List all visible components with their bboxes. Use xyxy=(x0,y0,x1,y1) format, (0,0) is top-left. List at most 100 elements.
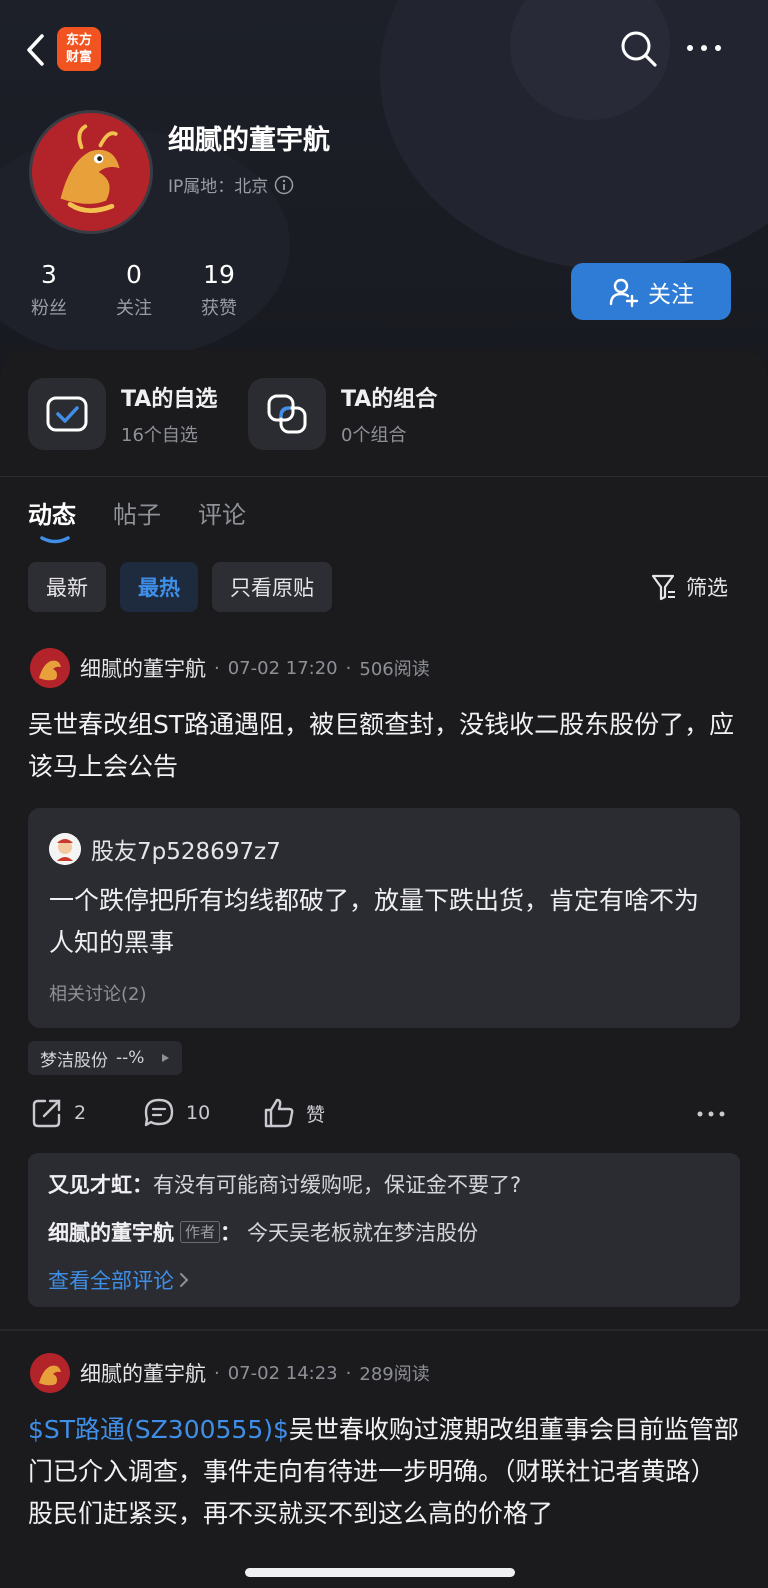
stock-tag-change: --% xyxy=(116,1048,145,1068)
comment-separator: ： xyxy=(220,1221,242,1245)
combination-icon xyxy=(267,394,307,434)
post-meta-separator: · xyxy=(345,1362,352,1384)
ip-location-text: IP属地：北京 xyxy=(168,177,269,197)
screen-label: 筛选 xyxy=(686,576,728,600)
divider xyxy=(0,476,768,477)
dragon-avatar-icon xyxy=(30,1353,70,1393)
post-time: 07-02 14:23 xyxy=(227,1362,338,1384)
content-tabs: 动态 帖子 评论 xyxy=(28,495,246,530)
avatar[interactable] xyxy=(30,1353,70,1393)
post-header: 细腻的董宇航 · 07-02 14:23 · 289阅读 xyxy=(30,1353,430,1393)
dots-icon[interactable] xyxy=(696,1108,726,1120)
cartoon-avatar-icon xyxy=(49,833,81,865)
post-reads: 289阅读 xyxy=(359,1364,430,1385)
view-all-comments-link[interactable]: 查看全部评论 xyxy=(48,1265,190,1295)
search-icon[interactable] xyxy=(618,28,660,70)
post-separator xyxy=(0,1329,768,1331)
avatar[interactable] xyxy=(30,648,70,688)
back-icon[interactable] xyxy=(22,32,50,68)
entry-title: TA的组合 xyxy=(341,387,438,412)
logo-text: 东方 xyxy=(65,33,92,48)
author-badge: 作者 xyxy=(180,1221,221,1243)
post-actions: 2 10 赞 xyxy=(30,1096,730,1136)
stat-likes[interactable]: 19 获赞 xyxy=(179,260,259,320)
like-button[interactable]: 赞 xyxy=(262,1096,325,1130)
entry-icon-box xyxy=(248,378,326,450)
post-meta-separator: · xyxy=(214,657,220,679)
portfolio-entry[interactable]: TA的组合 0个组合 xyxy=(248,378,437,450)
app-logo: 东方 财富 xyxy=(57,27,101,71)
post-time: 07-02 17:20 xyxy=(227,657,338,679)
entry-subtitle: 16个自选 xyxy=(121,425,198,446)
comment-button[interactable]: 10 xyxy=(142,1096,210,1130)
avatar[interactable] xyxy=(29,110,153,234)
tab-comments[interactable]: 评论 xyxy=(198,495,246,530)
filter-latest[interactable]: 最新 xyxy=(28,562,106,612)
post-header: 细腻的董宇航 · 07-02 17:20 · 506阅读 xyxy=(30,648,430,688)
stat-number: 19 xyxy=(203,260,235,289)
post-meta-separator: · xyxy=(345,657,352,679)
quote-username[interactable]: 股友7p528697z7 xyxy=(91,832,281,866)
comment-count: 10 xyxy=(186,1102,211,1124)
top-bar: 东方 财富 xyxy=(0,22,768,78)
stat-label: 关注 xyxy=(116,298,152,319)
play-arrow-icon xyxy=(162,1054,170,1062)
screen-button[interactable]: 筛选 xyxy=(650,572,728,602)
like-icon xyxy=(264,1098,294,1128)
follow-button[interactable]: 关注 xyxy=(571,263,731,320)
avatar[interactable] xyxy=(49,833,81,865)
share-button[interactable]: 2 xyxy=(30,1096,86,1130)
user-plus-icon xyxy=(609,278,639,307)
comment-text: 有没有可能商讨缓购呢，保证金不要了? xyxy=(153,1173,522,1197)
comment-icon xyxy=(144,1098,174,1127)
post-author[interactable]: 细腻的董宇航 xyxy=(80,1358,206,1388)
sort-filters: 最新 最热 只看原贴 xyxy=(28,562,332,612)
dragon-avatar-icon xyxy=(32,113,145,226)
filter-original-only[interactable]: 只看原贴 xyxy=(212,562,332,612)
comment-separator: ： xyxy=(132,1173,153,1197)
quoted-post[interactable]: 股友7p528697z7 一个跌停把所有均线都破了，放量下跌出货，肯定有啥不为人… xyxy=(28,808,740,1028)
post-author[interactable]: 细腻的董宇航 xyxy=(80,653,206,683)
stat-label: 获赞 xyxy=(201,298,237,319)
comment-line: 细腻的董宇航 作者 ： 今天吴老板就在梦洁股份 xyxy=(48,1217,478,1247)
stat-following[interactable]: 0 关注 xyxy=(94,260,174,320)
view-all-label: 查看全部评论 xyxy=(48,1269,174,1293)
comment-user[interactable]: 细腻的董宇航 xyxy=(48,1217,174,1247)
post-body[interactable]: $ST路通(SZ300555)$吴世春收购过渡期改组董事会目前监管部门已介入调查… xyxy=(28,1409,740,1585)
tab-dynamic[interactable]: 动态 xyxy=(28,495,76,530)
stock-tag[interactable]: 梦洁股份 --% xyxy=(28,1041,183,1075)
tab-indicator xyxy=(40,536,70,544)
filter-hottest[interactable]: 最热 xyxy=(120,562,198,612)
profile-header: 东方 财富 细腻的董宇航 IP属地：北京 3 粉丝 0 关注 19 获赞 关注 xyxy=(0,0,768,370)
entry-icon-box xyxy=(28,378,106,450)
profile-nickname: 细腻的董宇航 xyxy=(168,125,330,156)
stock-tag-name: 梦洁股份 xyxy=(40,1050,108,1071)
share-icon xyxy=(32,1099,61,1128)
related-discussion-link[interactable]: 相关讨论(2) xyxy=(49,980,147,1006)
chevron-right-icon xyxy=(180,1273,189,1287)
ip-location: IP属地：北京 xyxy=(168,172,294,197)
stat-followers[interactable]: 3 粉丝 xyxy=(9,260,89,320)
quote-text: 一个跌停把所有均线都破了，放量下跌出货，肯定有啥不为人知的黑事 xyxy=(49,886,700,957)
comment-text: 今天吴老板就在梦洁股份 xyxy=(247,1221,479,1245)
more-icon[interactable] xyxy=(684,36,724,60)
stat-number: 0 xyxy=(126,260,142,289)
funnel-icon xyxy=(651,574,675,601)
comment-preview[interactable]: 又见才虹 ： 有没有可能商讨缓购呢，保证金不要了? 细腻的董宇航 作者 ： 今天… xyxy=(28,1153,740,1307)
comment-line: 又见才虹 ： 有没有可能商讨缓购呢，保证金不要了? xyxy=(48,1169,521,1199)
checkbox-icon xyxy=(46,396,88,432)
home-indicator[interactable] xyxy=(245,1568,515,1577)
share-count: 2 xyxy=(74,1102,87,1124)
info-icon[interactable] xyxy=(274,175,294,195)
entry-subtitle: 0个组合 xyxy=(341,425,407,446)
comment-user[interactable]: 又见才虹 xyxy=(48,1169,132,1199)
profile-content-card: TA的自选 16个自选 TA的组合 0个组合 动态 帖子 评论 最新 最热 只看… xyxy=(0,350,768,1588)
logo-text: 财富 xyxy=(65,50,92,65)
follow-button-label: 关注 xyxy=(648,281,694,308)
post-body[interactable]: 吴世春改组ST路通遇阻，被巨额查封，没钱收二股东股份了，应该马上会公告 xyxy=(28,704,740,788)
entry-text: TA的自选 16个自选 xyxy=(121,381,217,447)
stock-link[interactable]: $ST路通(SZ300555)$ xyxy=(28,1415,289,1444)
watchlist-entry[interactable]: TA的自选 16个自选 xyxy=(28,378,217,450)
tab-posts[interactable]: 帖子 xyxy=(113,495,161,530)
quote-header: 股友7p528697z7 xyxy=(49,832,281,866)
